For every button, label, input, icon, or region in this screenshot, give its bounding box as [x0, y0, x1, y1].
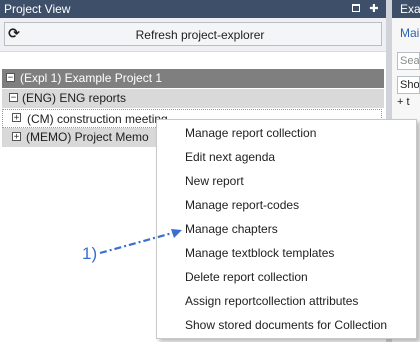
- annotation-label: 1): [82, 244, 98, 263]
- annotation-arrow: [99, 229, 182, 255]
